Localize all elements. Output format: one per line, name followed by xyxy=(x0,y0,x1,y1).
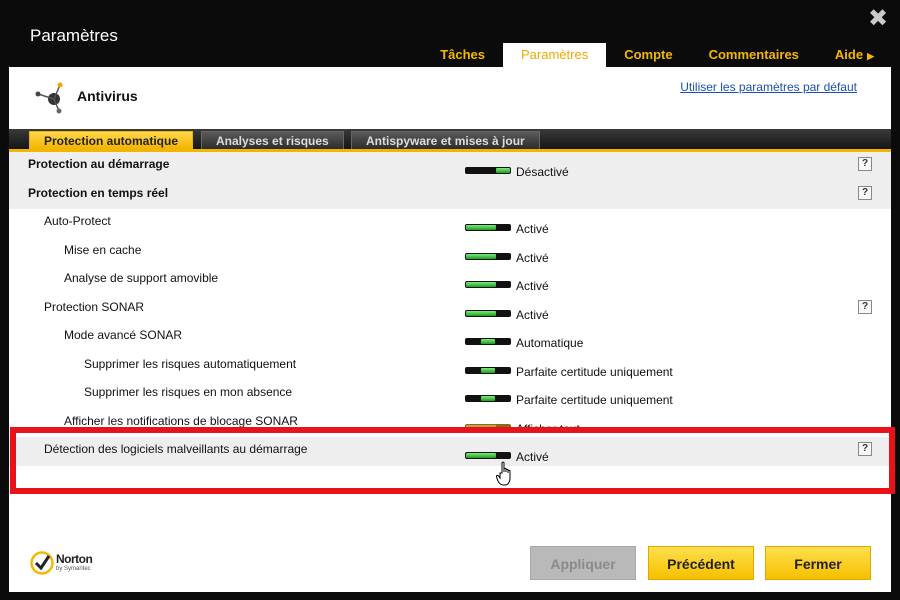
row-state: Activé xyxy=(516,222,549,236)
row-detection-demarrage: Détection des logiciels malveillants au … xyxy=(9,437,891,466)
subtabs-bar: Protection automatique Analyses et risqu… xyxy=(9,129,891,152)
toggle-switch[interactable] xyxy=(465,423,511,431)
norton-sub: by Symantec xyxy=(56,566,91,572)
row-state: Afficher tout xyxy=(516,421,580,436)
close-button[interactable]: Fermer xyxy=(765,546,871,580)
row-supprimer-auto: Supprimer les risques automatiquement Pa… xyxy=(9,352,891,381)
tab-compte[interactable]: Compte xyxy=(606,43,690,67)
settings-panel: Antivirus Utiliser les paramètres par dé… xyxy=(9,67,891,592)
section-title: Antivirus xyxy=(77,88,138,104)
row-supprimer-absence: Supprimer les risques en mon absence Par… xyxy=(9,380,891,409)
settings-list: Protection au démarrage Désactivé ? Prot… xyxy=(9,152,891,466)
tab-parametres[interactable]: Paramètres xyxy=(503,43,607,67)
toggle-switch[interactable] xyxy=(465,395,511,402)
row-state: Activé xyxy=(516,250,549,265)
toggle-switch[interactable] xyxy=(465,281,511,288)
row-protection-temps-reel: Protection en temps réel ? xyxy=(9,180,891,209)
toggle-switch[interactable] xyxy=(465,309,511,317)
row-protection-sonar: Protection SONAR Activé ? xyxy=(9,295,891,324)
tab-aide[interactable]: Aide ▶ xyxy=(817,43,892,67)
antivirus-icon xyxy=(35,82,63,114)
settings-window: Paramètres ✖ Tâches Paramètres Compte Co… xyxy=(0,0,900,600)
tab-commentaires[interactable]: Commentaires xyxy=(691,43,817,67)
previous-button[interactable]: Précédent xyxy=(648,546,754,580)
help-icon[interactable]: ? xyxy=(858,442,872,456)
subtab-analyses-risques[interactable]: Analyses et risques xyxy=(201,131,344,149)
help-icon[interactable]: ? xyxy=(858,299,872,314)
row-analyse-support: Analyse de support amovible Activé xyxy=(9,266,891,295)
subtab-antispyware[interactable]: Antispyware et mises à jour xyxy=(351,131,540,149)
row-state: Activé xyxy=(516,450,549,464)
row-label: Auto-Protect xyxy=(44,214,111,228)
row-state: Parfaite certitude uniquement xyxy=(516,393,673,407)
tab-taches[interactable]: Tâches xyxy=(422,43,503,67)
row-auto-protect: Auto-Protect Activé xyxy=(9,209,891,238)
row-label: Supprimer les risques automatiquement xyxy=(84,356,297,371)
toggle-switch[interactable] xyxy=(465,252,511,260)
row-state: Activé xyxy=(516,279,549,293)
row-state: Désactivé xyxy=(516,165,569,179)
row-mise-en-cache: Mise en cache Activé xyxy=(9,238,891,267)
row-mode-avance-sonar: Mode avancé SONAR Automatique xyxy=(9,323,891,352)
norton-logo: Norton by Symantec xyxy=(30,549,120,579)
row-label: Supprimer les risques en mon absence xyxy=(84,385,293,399)
row-label: Protection en temps réel xyxy=(28,185,169,200)
close-icon[interactable]: ✖ xyxy=(866,6,890,30)
row-protection-demarrage: Protection au démarrage Désactivé ? xyxy=(9,152,891,181)
subtab-protection-automatique[interactable]: Protection automatique xyxy=(29,131,194,149)
norton-check-icon xyxy=(30,551,54,575)
toggle-switch[interactable] xyxy=(465,167,511,174)
row-label: Analyse de support amovible xyxy=(64,271,219,285)
apply-button[interactable]: Appliquer xyxy=(530,546,636,580)
hand-cursor-icon xyxy=(496,461,511,486)
top-tabs: Tâches Paramètres Compte Commentaires Ai… xyxy=(422,43,892,67)
row-label: Protection SONAR xyxy=(44,299,145,314)
toggle-switch[interactable] xyxy=(465,452,511,459)
row-state: Automatique xyxy=(516,336,584,350)
help-icon[interactable]: ? xyxy=(858,157,872,171)
panel-header: Antivirus Utiliser les paramètres par dé… xyxy=(9,67,891,127)
row-label: Détection des logiciels malveillants au … xyxy=(44,442,308,456)
row-label: Mode avancé SONAR xyxy=(64,328,183,342)
toggle-switch[interactable] xyxy=(465,338,511,345)
arrow-right-icon: ▶ xyxy=(867,51,874,61)
row-notifications-sonar: Afficher les notifications de blocage SO… xyxy=(9,409,891,438)
window-title: Paramètres xyxy=(30,26,118,45)
help-icon[interactable]: ? xyxy=(858,185,872,200)
row-label: Afficher les notifications de blocage SO… xyxy=(64,413,298,428)
tab-aide-label: Aide xyxy=(834,47,864,62)
toggle-switch[interactable] xyxy=(465,366,511,374)
toggle-switch[interactable] xyxy=(465,224,511,231)
row-state: Parfaite certitude uniquement xyxy=(516,364,673,379)
norton-name: Norton xyxy=(56,552,93,566)
row-label: Protection au démarrage xyxy=(28,157,170,171)
row-state: Activé xyxy=(516,307,549,322)
row-label: Mise en cache xyxy=(64,242,142,257)
default-settings-link[interactable]: Utiliser les paramètres par défaut xyxy=(680,80,857,94)
